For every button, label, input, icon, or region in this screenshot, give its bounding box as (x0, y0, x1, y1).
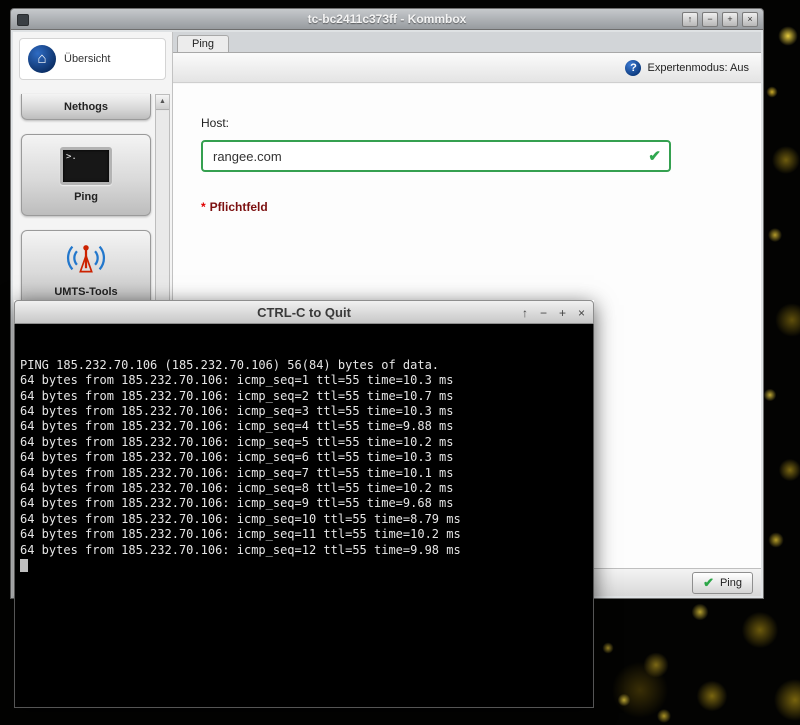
window-menu-icon[interactable] (17, 14, 29, 26)
valid-check-icon: ✔ (648, 147, 661, 165)
kommbox-titlebar[interactable]: tc-bc2411c373ff - Kommbox ↑ − + × (10, 8, 764, 30)
help-icon[interactable]: ? (625, 60, 641, 76)
ping-button-check-icon: ✔ (703, 575, 714, 591)
antenna-icon (62, 241, 110, 280)
tab-bar: Ping (173, 32, 761, 53)
required-field-note: * Pflichtfeld (201, 200, 733, 214)
sidebar-overview-button[interactable]: ⌂ Übersicht (19, 38, 166, 80)
window-title: tc-bc2411c373ff - Kommbox (11, 12, 763, 26)
expert-mode-label: Expertenmodus: Aus (647, 62, 749, 74)
terminal-titlebar[interactable]: CTRL-C to Quit ↑ − + × (14, 300, 594, 324)
terminal-line: 64 bytes from 185.232.70.106: icmp_seq=2… (20, 389, 588, 404)
terminal-line: 64 bytes from 185.232.70.106: icmp_seq=4… (20, 419, 588, 434)
expert-mode-bar: ? Expertenmodus: Aus (173, 53, 761, 83)
terminal-line: PING 185.232.70.106 (185.232.70.106) 56(… (20, 358, 588, 373)
minimize-button[interactable]: − (702, 12, 718, 27)
terminal-line: 64 bytes from 185.232.70.106: icmp_seq=3… (20, 404, 588, 419)
desktop-background: tc-bc2411c373ff - Kommbox ↑ − + × ⌂ Über… (0, 0, 800, 725)
close-button[interactable]: × (742, 12, 758, 27)
sidebar-item-nethogs[interactable]: Nethogs (21, 94, 151, 120)
overview-label: Übersicht (64, 53, 110, 65)
maximize-button[interactable]: + (722, 12, 738, 27)
required-star: * (201, 200, 206, 214)
sidebar-item-umts-tools[interactable]: UMTS-Tools (21, 230, 151, 308)
terminal-line: 64 bytes from 185.232.70.106: icmp_seq=1… (20, 373, 588, 388)
sidebar-item-ping[interactable]: >. Ping (21, 134, 151, 216)
nethogs-label: Nethogs (64, 101, 108, 113)
terminal-title: CTRL-C to Quit (15, 305, 593, 320)
terminal-line: 64 bytes from 185.232.70.106: icmp_seq=1… (20, 512, 588, 527)
terminal-line: 64 bytes from 185.232.70.106: icmp_seq=6… (20, 450, 588, 465)
terminal-maximize-button[interactable]: + (559, 305, 566, 321)
terminal-line: 64 bytes from 185.232.70.106: icmp_seq=1… (20, 543, 588, 558)
host-label: Host: (201, 116, 733, 130)
terminal-line: 64 bytes from 185.232.70.106: icmp_seq=5… (20, 435, 588, 450)
ping-button[interactable]: ✔ Ping (692, 572, 753, 594)
ping-label: Ping (74, 191, 98, 203)
terminal-minimize-button[interactable]: − (540, 305, 547, 321)
tab-ping[interactable]: Ping (177, 35, 229, 52)
terminal-line: 64 bytes from 185.232.70.106: icmp_seq=7… (20, 466, 588, 481)
terminal-cursor-row (20, 558, 588, 573)
scrollbar-up-button[interactable]: ▲ (156, 95, 169, 110)
umts-tools-label: UMTS-Tools (54, 286, 117, 298)
window-controls: ↑ − + × (682, 12, 758, 27)
terminal-cursor (20, 559, 28, 572)
terminal-line: 64 bytes from 185.232.70.106: icmp_seq=1… (20, 527, 588, 542)
host-input-wrap: ✔ (201, 140, 671, 172)
host-input[interactable] (201, 140, 671, 172)
required-text: Pflichtfeld (210, 200, 268, 214)
terminal-line: 64 bytes from 185.232.70.106: icmp_seq=8… (20, 481, 588, 496)
home-icon: ⌂ (28, 45, 56, 73)
terminal-icon: >. (60, 147, 112, 185)
terminal-line: 64 bytes from 185.232.70.106: icmp_seq=9… (20, 496, 588, 511)
terminal-close-button[interactable]: × (578, 305, 585, 321)
terminal-shade-button[interactable]: ↑ (522, 305, 528, 321)
shade-button[interactable]: ↑ (682, 12, 698, 27)
terminal-screen[interactable]: PING 185.232.70.106 (185.232.70.106) 56(… (14, 324, 594, 708)
terminal-window: CTRL-C to Quit ↑ − + × PING 185.232.70.1… (14, 300, 594, 708)
terminal-window-controls: ↑ − + × (522, 305, 585, 321)
ping-button-label: Ping (720, 577, 742, 589)
